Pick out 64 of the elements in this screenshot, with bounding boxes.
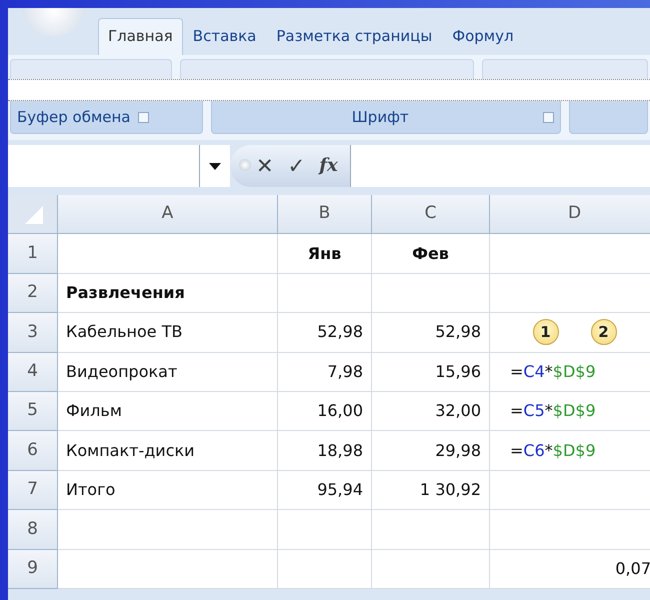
table-cell[interactable] [372, 274, 490, 314]
enter-button[interactable]: ✓ [288, 156, 306, 176]
table-cell[interactable]: 7,98 [278, 352, 372, 392]
row-header[interactable]: 6 [8, 431, 58, 471]
table-cell[interactable]: 18,98 [278, 431, 372, 471]
table-cell[interactable]: =C5*$D$9 [490, 392, 650, 432]
table-cell[interactable]: 1 30,92 [372, 470, 490, 510]
callout-marker: 2 [590, 319, 616, 346]
group-label: Шрифт [350, 106, 410, 128]
table-cell[interactable] [372, 550, 490, 589]
cancel-button[interactable]: ✕ [256, 156, 274, 176]
column-header[interactable]: B [278, 195, 372, 234]
table-cell[interactable]: Фильм [58, 392, 278, 432]
insert-function-button[interactable]: fx [319, 157, 338, 175]
dialog-launcher-icon[interactable] [138, 112, 150, 122]
table-cell[interactable]: Компакт-диски [58, 431, 278, 471]
table-cell[interactable]: 15,96 [372, 352, 490, 392]
column-header[interactable]: C [372, 195, 490, 234]
column-header[interactable]: D [490, 195, 650, 234]
formula-input[interactable] [350, 145, 650, 187]
column-header[interactable]: A [58, 195, 278, 234]
table-cell[interactable] [278, 510, 372, 550]
dropdown-arrow-icon[interactable] [209, 162, 221, 170]
table-cell[interactable]: Фев [372, 234, 490, 274]
table-cell[interactable]: =C4*$D$9 [490, 352, 650, 392]
table-cell[interactable]: 1 2 [490, 313, 650, 353]
ribbon-tab[interactable]: Главная [98, 18, 183, 55]
row-header[interactable]: 9 [8, 550, 58, 589]
table-cell[interactable]: Кабельное ТВ [58, 313, 278, 353]
table-cell[interactable]: 95,94 [278, 470, 372, 510]
ribbon-tab[interactable]: Разметка страницы [266, 18, 442, 55]
table-cell[interactable]: 52,98 [372, 313, 490, 353]
ribbon-tab[interactable]: Вставка [182, 18, 266, 55]
callout-marker: 1 [532, 319, 558, 346]
group-label: Буфер обмена [17, 106, 130, 128]
select-all-button[interactable] [8, 195, 58, 234]
dot-icon [239, 159, 251, 171]
table-cell[interactable]: 0,07 [490, 550, 650, 589]
table-cell[interactable] [58, 510, 278, 550]
table-cell[interactable] [278, 550, 372, 589]
table-cell[interactable]: 29,98 [372, 431, 490, 471]
name-box[interactable] [8, 145, 200, 187]
table-cell[interactable]: Итого [58, 470, 278, 510]
row-header[interactable]: 2 [8, 274, 58, 314]
table-cell[interactable] [58, 234, 278, 274]
dialog-launcher-icon[interactable] [542, 112, 554, 122]
table-cell[interactable]: 16,00 [278, 392, 372, 432]
triangle-icon [22, 204, 42, 224]
row-header[interactable]: 3 [8, 313, 58, 353]
row-header[interactable]: 5 [8, 392, 58, 432]
row-header[interactable]: 8 [8, 510, 58, 550]
ribbon-tab[interactable]: Формул [442, 18, 524, 55]
table-cell[interactable]: 32,00 [372, 392, 490, 432]
table-cell[interactable] [372, 510, 490, 550]
table-cell[interactable]: Янв [278, 234, 372, 274]
table-cell[interactable]: =C6*$D$9 [490, 431, 650, 471]
row-header[interactable]: 4 [8, 352, 58, 392]
table-cell[interactable]: Развлечения [58, 274, 278, 314]
table-cell[interactable]: 52,98 [278, 313, 372, 353]
table-cell[interactable] [58, 550, 278, 589]
row-header[interactable]: 1 [8, 234, 58, 274]
table-cell[interactable]: Видеопрокат [58, 352, 278, 392]
row-header[interactable]: 7 [8, 470, 58, 510]
table-cell[interactable] [278, 274, 372, 314]
